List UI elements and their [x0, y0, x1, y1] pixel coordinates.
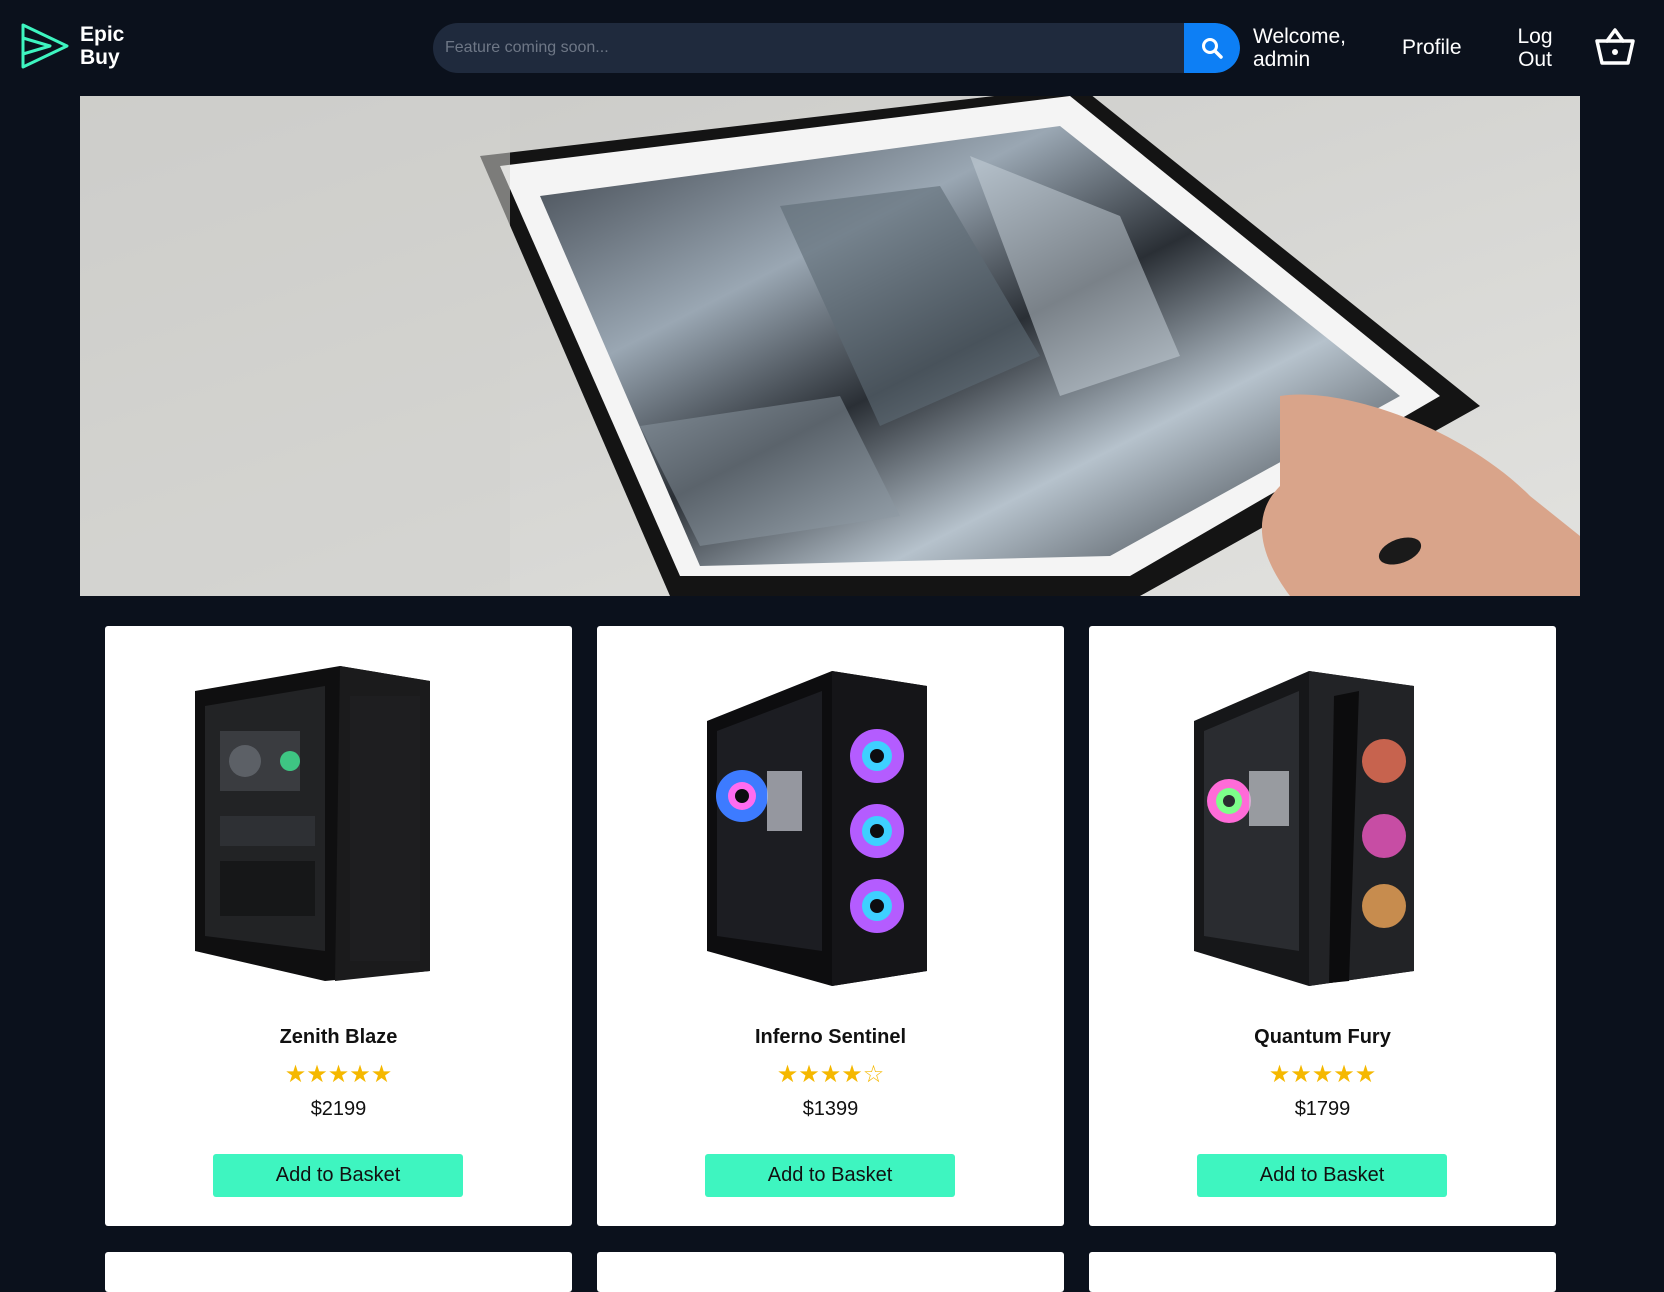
top-navigation-bar: Epic Buy Welcome, admin Profile Log Out — [0, 0, 1664, 96]
play-triangle-logo-icon — [21, 23, 69, 69]
product-image[interactable] — [667, 651, 994, 1001]
basket-icon[interactable] — [1594, 27, 1636, 67]
profile-link[interactable]: Profile — [1402, 36, 1462, 59]
product-image[interactable] — [1159, 651, 1486, 1001]
product-card-partial — [597, 1252, 1064, 1292]
search-bar — [433, 23, 1240, 73]
product-card: Zenith Blaze ★★★★★ $2199 Add to Basket — [105, 626, 572, 1226]
search-input[interactable] — [433, 23, 1183, 73]
product-name[interactable]: Quantum Fury — [1089, 1026, 1556, 1049]
logout-link[interactable]: Log Out — [1515, 25, 1555, 71]
product-price: $1799 — [1294, 1098, 1351, 1120]
hero-banner-image — [80, 96, 1580, 596]
add-to-basket-button[interactable]: Add to Basket — [705, 1154, 955, 1197]
product-rating-stars: ★★★★★ — [1268, 1060, 1377, 1088]
product-card: Quantum Fury ★★★★★ $1799 Add to Basket — [1089, 626, 1556, 1226]
logout-line1: Log — [1517, 25, 1553, 48]
product-card: Inferno Sentinel ★★★★☆ $1399 Add to Bask… — [597, 626, 1064, 1226]
product-rating-stars: ★★★★★ — [284, 1060, 393, 1088]
product-price: $1399 — [802, 1098, 859, 1120]
product-rating-stars: ★★★★☆ — [776, 1060, 885, 1088]
logout-line2: Out — [1518, 48, 1552, 71]
brand-name-line1: Epic — [80, 23, 125, 46]
product-image[interactable] — [175, 651, 502, 1001]
welcome-username: admin — [1253, 48, 1311, 71]
search-icon — [1202, 38, 1223, 59]
brand-logo[interactable]: Epic Buy — [20, 20, 140, 72]
welcome-message: Welcome, admin — [1253, 25, 1363, 71]
add-to-basket-button[interactable]: Add to Basket — [1197, 1154, 1447, 1197]
product-price: $2199 — [310, 1098, 367, 1120]
welcome-line1: Welcome, — [1253, 25, 1346, 48]
product-card-partial — [1089, 1252, 1556, 1292]
search-button[interactable] — [1184, 23, 1240, 73]
brand-name: Epic Buy — [80, 23, 124, 69]
product-card-partial — [105, 1252, 572, 1292]
add-to-basket-button[interactable]: Add to Basket — [213, 1154, 463, 1197]
brand-name-line2: Buy — [80, 46, 120, 69]
product-name[interactable]: Inferno Sentinel — [597, 1026, 1064, 1049]
product-name[interactable]: Zenith Blaze — [105, 1026, 572, 1049]
